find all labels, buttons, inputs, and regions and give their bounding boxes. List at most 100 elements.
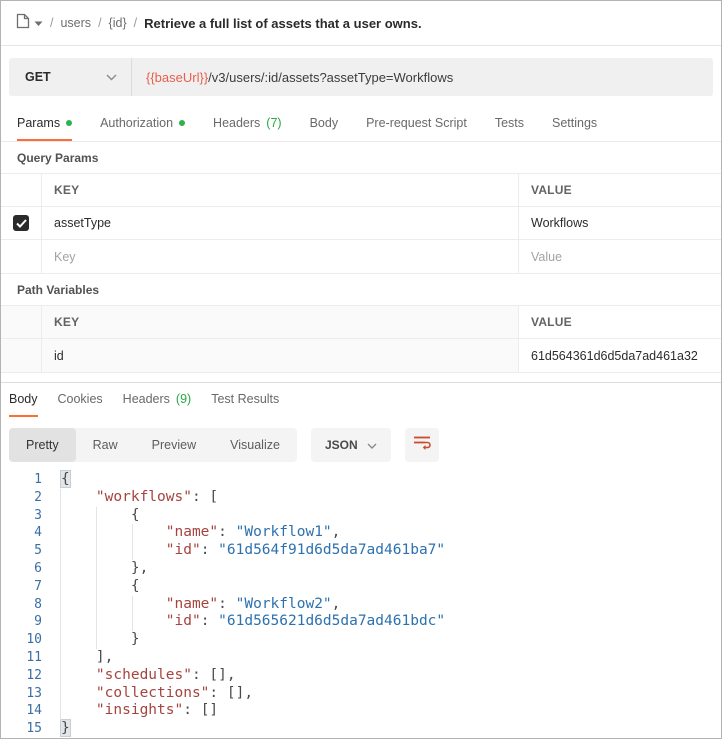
tab-authorization[interactable]: Authorization bbox=[100, 116, 185, 141]
response-tab-headers[interactable]: Headers (9) bbox=[123, 392, 192, 417]
view-raw-button[interactable]: Raw bbox=[76, 428, 135, 462]
view-pretty-button[interactable]: Pretty bbox=[9, 428, 76, 462]
query-params-table: KEY VALUE assetType Workflows Key Value bbox=[1, 173, 721, 274]
code-text: "name": "Workflow2", bbox=[42, 596, 340, 614]
code-text: { bbox=[42, 578, 140, 596]
code-line: 12 "schedules": [], bbox=[1, 667, 721, 685]
line-number: 9 bbox=[1, 613, 42, 631]
path-variable-value-input[interactable]: 61d564361d6d5da7ad461a32 bbox=[518, 339, 721, 372]
code-line: 9 "id": "61d565621d6d5da7ad461bdc" bbox=[1, 613, 721, 631]
response-headers-count-badge: (9) bbox=[176, 392, 191, 406]
line-number: 12 bbox=[1, 667, 42, 685]
table-header-row: KEY VALUE bbox=[1, 306, 721, 339]
request-tabs: Params Authorization Headers (7) Body Pre… bbox=[1, 106, 721, 142]
status-dot bbox=[179, 120, 185, 126]
breadcrumb-item-users[interactable]: users bbox=[60, 16, 91, 30]
line-number: 15 bbox=[1, 720, 42, 738]
code-text: "id": "61d564f91d6d5da7ad461ba7" bbox=[42, 542, 445, 560]
breadcrumb-separator: / bbox=[134, 16, 137, 30]
path-variable-key: id bbox=[41, 339, 518, 372]
param-value-input[interactable]: Workflows bbox=[518, 207, 721, 239]
url-path: /v3/users/:id/assets?assetType=Workflows bbox=[208, 70, 453, 85]
code-text: } bbox=[42, 631, 140, 649]
tab-body-label: Body bbox=[310, 116, 339, 130]
line-number: 5 bbox=[1, 542, 42, 560]
view-visualize-button[interactable]: Visualize bbox=[213, 428, 297, 462]
tab-headers[interactable]: Headers (7) bbox=[213, 116, 282, 141]
code-line: 8 "name": "Workflow2", bbox=[1, 596, 721, 614]
chevron-down-icon bbox=[34, 14, 43, 32]
indent-guide bbox=[96, 507, 97, 649]
table-row-empty: Key Value bbox=[1, 240, 721, 273]
chevron-down-icon bbox=[106, 68, 117, 86]
param-key-input-placeholder[interactable]: Key bbox=[41, 240, 518, 273]
param-value-input-placeholder[interactable]: Value bbox=[518, 240, 721, 273]
line-number: 6 bbox=[1, 560, 42, 578]
indent-guide bbox=[132, 596, 133, 632]
tab-tests-label: Tests bbox=[495, 116, 524, 130]
code-line: 15} bbox=[1, 720, 721, 738]
tab-params[interactable]: Params bbox=[17, 116, 72, 141]
checkbox-column-header bbox=[1, 306, 41, 338]
code-line: 6 }, bbox=[1, 560, 721, 578]
breadcrumb: / users / {id} / Retrieve a full list of… bbox=[1, 1, 721, 46]
response-tab-test-results[interactable]: Test Results bbox=[211, 392, 279, 417]
code-lines: 1{2 "workflows": [3 {4 "name": "Workflow… bbox=[1, 471, 721, 738]
tab-prerequest-label: Pre-request Script bbox=[366, 116, 467, 130]
line-number: 11 bbox=[1, 649, 42, 667]
url-input[interactable]: {{baseUrl}}/v3/users/:id/assets?assetTyp… bbox=[132, 70, 713, 85]
wrap-text-button[interactable] bbox=[405, 428, 439, 462]
line-number: 8 bbox=[1, 596, 42, 614]
code-line: 7 { bbox=[1, 578, 721, 596]
request-url-bar: GET {{baseUrl}}/v3/users/:id/assets?asse… bbox=[9, 58, 713, 96]
code-text: { bbox=[42, 471, 70, 489]
language-dropdown[interactable]: JSON bbox=[311, 428, 391, 462]
response-tab-cookies[interactable]: Cookies bbox=[58, 392, 103, 417]
view-preview-button[interactable]: Preview bbox=[135, 428, 213, 462]
code-text: "id": "61d565621d6d5da7ad461bdc" bbox=[42, 613, 445, 631]
tab-prerequest-script[interactable]: Pre-request Script bbox=[366, 116, 467, 141]
language-label: JSON bbox=[325, 438, 358, 452]
method-dropdown[interactable]: GET bbox=[9, 58, 131, 96]
tab-authorization-label: Authorization bbox=[100, 116, 173, 130]
request-title: Retrieve a full list of assets that a us… bbox=[144, 16, 421, 31]
tab-tests[interactable]: Tests bbox=[495, 116, 524, 141]
tab-body[interactable]: Body bbox=[310, 116, 339, 141]
document-icon bbox=[15, 13, 31, 34]
line-number: 3 bbox=[1, 507, 42, 525]
breadcrumb-item-id[interactable]: {id} bbox=[109, 16, 127, 30]
tab-settings-label: Settings bbox=[552, 116, 597, 130]
tab-settings[interactable]: Settings bbox=[552, 116, 597, 141]
pane-separator[interactable] bbox=[1, 373, 721, 383]
path-variables-heading: Path Variables bbox=[1, 274, 721, 305]
status-dot bbox=[66, 120, 72, 126]
code-text: "workflows": [ bbox=[42, 489, 218, 507]
method-label: GET bbox=[25, 70, 51, 84]
code-line: 13 "collections": [], bbox=[1, 685, 721, 703]
breadcrumb-separator: / bbox=[98, 16, 101, 30]
line-number: 14 bbox=[1, 702, 42, 720]
request-type-selector[interactable] bbox=[15, 13, 43, 34]
param-enabled-checkbox[interactable] bbox=[13, 215, 29, 231]
line-number: 7 bbox=[1, 578, 42, 596]
code-line: 4 "name": "Workflow1", bbox=[1, 524, 721, 542]
table-row: assetType Workflows bbox=[1, 207, 721, 240]
code-line: 1{ bbox=[1, 471, 721, 489]
breadcrumb-separator: / bbox=[50, 16, 53, 30]
tab-params-label: Params bbox=[17, 116, 60, 130]
value-column-header: VALUE bbox=[518, 174, 721, 206]
code-line: 10 } bbox=[1, 631, 721, 649]
response-body-editor[interactable]: 1{2 "workflows": [3 {4 "name": "Workflow… bbox=[1, 463, 721, 738]
table-row: id 61d564361d6d5da7ad461a32 bbox=[1, 339, 721, 372]
tab-headers-label: Headers bbox=[213, 116, 260, 130]
response-tab-cookies-label: Cookies bbox=[58, 392, 103, 406]
code-text: ], bbox=[42, 649, 113, 667]
param-key-input[interactable]: assetType bbox=[41, 207, 518, 239]
line-number: 13 bbox=[1, 685, 42, 703]
url-variable: {{baseUrl}} bbox=[146, 70, 208, 85]
response-tab-headers-label: Headers bbox=[123, 392, 170, 406]
headers-count-badge: (7) bbox=[266, 116, 281, 130]
view-switcher: Pretty Raw Preview Visualize bbox=[9, 428, 297, 462]
line-number: 4 bbox=[1, 524, 42, 542]
response-tab-body[interactable]: Body bbox=[9, 392, 38, 417]
